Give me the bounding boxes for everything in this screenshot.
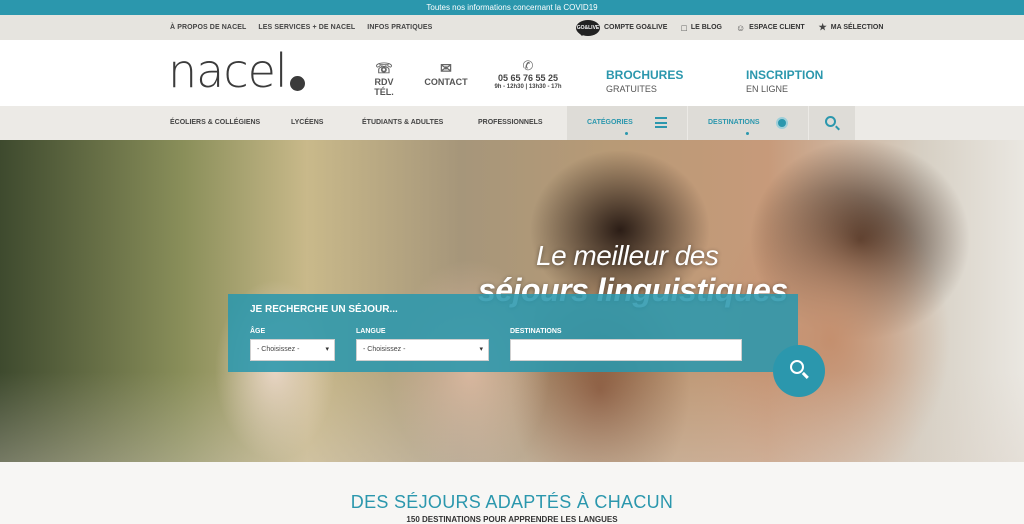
inscription-title: INSCRIPTION [746,68,824,82]
envelope-icon: ✉ [440,60,452,76]
nav-search-button[interactable] [808,106,855,140]
categories-menu[interactable]: CATÉGORIES [567,106,687,140]
sejours-section: DES SÉJOURS ADAPTÉS À CHACUN 150 DESTINA… [0,462,1024,524]
main-nav: ÉCOLIERS & COLLÉGIENS LYCÉENS ÉTUDIANTS … [0,106,1024,140]
chevron-down-icon: ▾ [479,346,483,353]
covid-banner[interactable]: Toutes nos informations concernant la CO… [0,0,1024,15]
phone-icon: ✆ [522,58,534,73]
inscription-link[interactable]: INSCRIPTION EN LIGNE [746,68,823,94]
contact-label: CONTACT [424,77,468,87]
nav-item-lyceens[interactable]: LYCÉENS [291,106,323,140]
langue-select-value: - Choisissez - [363,346,406,353]
destinations-indicator [746,132,749,135]
globe-icon [776,117,788,129]
section-title: DES SÉJOURS ADAPTÉS À CHACUN [350,492,674,512]
util-link-about[interactable]: À PROPOS DE NACEL [170,24,246,31]
nacel-logo[interactable]: nacel [168,44,288,98]
search-form-title: JE RECHERCHE UN SÉJOUR... [250,304,398,315]
phone-contact[interactable]: ✆ 05 65 76 55 25 9h - 12h30 | 13h30 - 17… [486,58,570,90]
utility-nav-right: GO&LIVE COMPTE GO&LIVE □ LE BLOG ☺ ESPAC… [576,15,883,40]
destinations-menu[interactable]: DESTINATIONS [688,106,808,140]
hero-banner: Le meilleur des séjours linguistiques JE… [0,140,1024,462]
nav-item-professionnels[interactable]: PROFESSIONNELS [478,106,543,140]
nav-item-ecoliers[interactable]: ÉCOLIERS & COLLÉGIENS [170,106,260,140]
section-subtitle: 150 DESTINATIONS POUR APPRENDRE LES LANG… [406,515,618,524]
phone-hours: 9h - 12h30 | 13h30 - 17h [494,84,562,90]
age-select[interactable]: - Choisissez - ▾ [250,339,335,361]
rdv-tel-label: RDV TÉL. [374,77,394,97]
compte-golive-label: COMPTE GO&LIVE [604,24,668,31]
golive-badge-icon: GO&LIVE [576,19,600,36]
blog-link[interactable]: □ LE BLOG [681,23,722,33]
contact-button[interactable]: ✉ CONTACT [424,60,468,87]
brochures-title: BROCHURES [606,68,684,82]
categories-indicator [625,132,628,135]
search-submit-button[interactable] [773,345,825,397]
age-select-value: - Choisissez - [257,346,300,353]
site-header: nacel ☏ RDV TÉL. ✉ CONTACT ✆ 05 65 76 55… [0,40,1024,106]
comment-icon: □ [681,22,687,33]
langue-select[interactable]: - Choisissez - ▾ [356,339,489,361]
brochures-subtitle: GRATUITES [606,84,657,94]
selection-label: MA SÉLECTION [830,24,884,31]
compte-golive-link[interactable]: GO&LIVE COMPTE GO&LIVE [576,19,668,36]
brochures-link[interactable]: BROCHURES GRATUITES [606,68,683,94]
inscription-subtitle: EN LIGNE [746,84,789,94]
user-icon: ☺ [735,22,746,33]
destinations-field-label: DESTINATIONS [510,328,562,335]
rdv-tel-button[interactable]: ☏ RDV TÉL. [364,60,404,97]
blog-label: LE BLOG [690,24,722,31]
list-icon [655,117,667,128]
phone-callback-icon: ☏ [375,60,393,76]
espace-client-link[interactable]: ☺ ESPACE CLIENT [736,23,805,33]
utility-bar: À PROPOS DE NACEL LES SERVICES + DE NACE… [0,15,1024,40]
chevron-down-icon: ▾ [325,346,329,353]
hero-headline-line1: Le meilleur des [536,240,719,271]
star-icon: ★ [818,22,827,32]
langue-label: LANGUE [356,328,386,335]
selection-link[interactable]: ★ MA SÉLECTION [819,22,884,33]
utility-nav-left: À PROPOS DE NACEL LES SERVICES + DE NACE… [170,15,432,40]
search-icon [825,116,836,127]
util-link-services[interactable]: LES SERVICES + DE NACEL [258,24,355,31]
phone-number: 05 65 76 55 25 [497,73,559,83]
sejour-search-form: JE RECHERCHE UN SÉJOUR... ÂGE - Choisiss… [228,294,798,372]
search-icon [790,360,804,374]
destinations-label: DESTINATIONS [708,119,760,126]
espace-client-label: ESPACE CLIENT [749,24,805,31]
destinations-input[interactable] [510,339,742,361]
age-label: ÂGE [250,328,266,335]
logo-dot-icon [290,76,305,91]
nav-item-etudiants[interactable]: ÉTUDIANTS & ADULTES [362,106,443,140]
hero-photo-shade [0,372,1024,462]
util-link-infos[interactable]: INFOS PRATIQUES [367,24,432,31]
